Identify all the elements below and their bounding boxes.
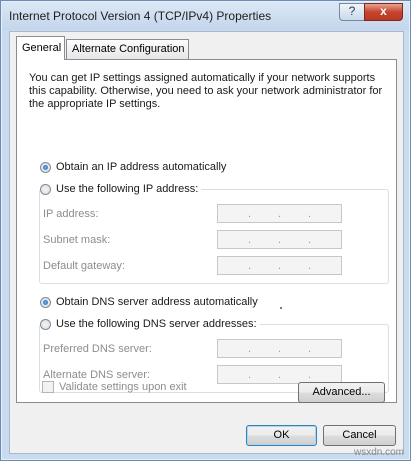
tab-general[interactable]: General bbox=[16, 36, 65, 60]
default-gateway-input[interactable]: ... bbox=[217, 256, 342, 275]
ip-manual-label: Use the following IP address: bbox=[56, 183, 199, 195]
ip-manual-radio[interactable] bbox=[40, 183, 51, 195]
ip-auto-label: Obtain an IP address automatically bbox=[56, 161, 227, 173]
validate-option[interactable]: Validate settings upon exit bbox=[42, 381, 187, 393]
validate-label: Validate settings upon exit bbox=[59, 381, 187, 393]
dialog-client-area: General Alternate Configuration You can … bbox=[9, 31, 404, 454]
watermark-text: wsxdn.com bbox=[353, 447, 404, 458]
stray-pixel bbox=[280, 307, 282, 309]
description-text: You can get IP settings assigned automat… bbox=[29, 72, 383, 110]
ip-address-input[interactable]: ... bbox=[217, 204, 342, 223]
dns-auto-label: Obtain DNS server address automatically bbox=[56, 296, 258, 308]
title-bar[interactable]: Internet Protocol Version 4 (TCP/IPv4) P… bbox=[2, 2, 409, 30]
ip-auto-option[interactable]: Obtain an IP address automatically bbox=[40, 161, 226, 173]
validate-checkbox[interactable] bbox=[42, 381, 54, 393]
cancel-button[interactable]: Cancel bbox=[323, 425, 396, 446]
preferred-dns-input[interactable]: ... bbox=[217, 339, 342, 358]
alternate-dns-label: Alternate DNS server: bbox=[43, 369, 150, 381]
subnet-mask-input[interactable]: ... bbox=[217, 230, 342, 249]
dns-manual-radio[interactable] bbox=[40, 318, 51, 330]
dns-auto-radio[interactable] bbox=[40, 296, 51, 308]
close-icon: x bbox=[380, 4, 387, 18]
ip-auto-radio[interactable] bbox=[40, 161, 51, 173]
help-icon: ? bbox=[348, 4, 356, 18]
ip-manual-option[interactable]: Use the following IP address: bbox=[40, 183, 202, 195]
dialog-window: Internet Protocol Version 4 (TCP/IPv4) P… bbox=[0, 0, 411, 461]
dns-manual-label: Use the following DNS server addresses: bbox=[56, 318, 257, 330]
subnet-mask-label: Subnet mask: bbox=[43, 234, 111, 246]
dns-manual-option[interactable]: Use the following DNS server addresses: bbox=[40, 318, 260, 330]
ip-address-label: IP address: bbox=[43, 208, 99, 220]
help-button[interactable]: ? bbox=[339, 3, 365, 21]
default-gateway-label: Default gateway: bbox=[43, 260, 125, 272]
preferred-dns-label: Preferred DNS server: bbox=[43, 343, 152, 355]
dns-auto-option[interactable]: Obtain DNS server address automatically bbox=[40, 296, 258, 308]
tab-alternate-configuration[interactable]: Alternate Configuration bbox=[66, 39, 189, 59]
ok-button[interactable]: OK bbox=[246, 425, 317, 446]
advanced-button[interactable]: Advanced... bbox=[298, 382, 385, 403]
general-tab-panel: You can get IP settings assigned automat… bbox=[16, 59, 397, 403]
window-title: Internet Protocol Version 4 (TCP/IPv4) P… bbox=[9, 9, 272, 23]
close-button[interactable]: x bbox=[364, 3, 403, 21]
